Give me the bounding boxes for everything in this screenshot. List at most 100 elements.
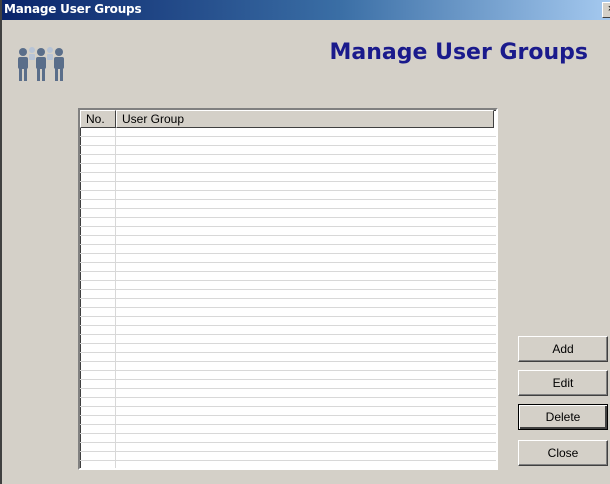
table-cell-user-group: [116, 155, 496, 163]
table-row[interactable]: [80, 452, 496, 461]
table-row[interactable]: [80, 434, 496, 443]
table-row[interactable]: [80, 227, 496, 236]
table-cell-no: [80, 461, 116, 468]
dialog-window: Manage User Groups × Manage User Groups …: [0, 0, 610, 484]
delete-button[interactable]: Delete: [518, 404, 608, 430]
table-cell-user-group: [116, 416, 496, 424]
table-cell-user-group: [116, 425, 496, 433]
table-cell-no: [80, 371, 116, 379]
table-cell-no: [80, 173, 116, 181]
table-cell-user-group: [116, 317, 496, 325]
table-row[interactable]: [80, 353, 496, 362]
table-cell-user-group: [116, 173, 496, 181]
table-row[interactable]: [80, 245, 496, 254]
table-cell-user-group: [116, 344, 496, 352]
column-header-user-group[interactable]: User Group: [116, 110, 494, 128]
table-row[interactable]: [80, 398, 496, 407]
user-groups-list[interactable]: No. User Group: [78, 108, 498, 470]
table-cell-no: [80, 218, 116, 226]
table-row[interactable]: [80, 290, 496, 299]
table-row[interactable]: [80, 371, 496, 380]
table-row[interactable]: [80, 281, 496, 290]
table-row[interactable]: [80, 461, 496, 468]
table-row[interactable]: [80, 326, 496, 335]
table-cell-user-group: [116, 326, 496, 334]
table-cell-no: [80, 236, 116, 244]
table-row[interactable]: [80, 191, 496, 200]
table-cell-user-group: [116, 362, 496, 370]
table-cell-user-group: [116, 146, 496, 154]
table-cell-no: [80, 416, 116, 424]
table-cell-no: [80, 425, 116, 433]
edit-button[interactable]: Edit: [518, 370, 608, 396]
title-bar[interactable]: Manage User Groups ×: [2, 0, 610, 20]
users-group-icon: [18, 47, 64, 81]
list-header: No. User Group: [80, 110, 496, 128]
table-cell-no: [80, 308, 116, 316]
close-window-button[interactable]: ×: [602, 2, 610, 18]
table-cell-no: [80, 452, 116, 460]
table-cell-user-group: [116, 164, 496, 172]
table-cell-user-group: [116, 371, 496, 379]
table-row[interactable]: [80, 407, 496, 416]
table-row[interactable]: [80, 344, 496, 353]
table-cell-no: [80, 182, 116, 190]
table-row[interactable]: [80, 209, 496, 218]
table-cell-user-group: [116, 290, 496, 298]
window-title: Manage User Groups: [4, 2, 142, 16]
table-cell-no: [80, 443, 116, 451]
table-cell-user-group: [116, 353, 496, 361]
table-row[interactable]: [80, 389, 496, 398]
table-row[interactable]: [80, 263, 496, 272]
table-cell-no: [80, 281, 116, 289]
table-row[interactable]: [80, 182, 496, 191]
table-cell-user-group: [116, 236, 496, 244]
table-cell-user-group: [116, 245, 496, 253]
table-row[interactable]: [80, 155, 496, 164]
table-row[interactable]: [80, 317, 496, 326]
table-cell-user-group: [116, 191, 496, 199]
table-row[interactable]: [80, 236, 496, 245]
close-button[interactable]: Close: [518, 440, 608, 466]
table-cell-no: [80, 344, 116, 352]
table-row[interactable]: [80, 173, 496, 182]
table-cell-user-group: [116, 209, 496, 217]
table-cell-no: [80, 200, 116, 208]
table-row[interactable]: [80, 425, 496, 434]
table-cell-no: [80, 398, 116, 406]
table-cell-user-group: [116, 389, 496, 397]
table-cell-no: [80, 299, 116, 307]
table-cell-user-group: [116, 461, 496, 468]
table-row[interactable]: [80, 272, 496, 281]
table-row[interactable]: [80, 416, 496, 425]
table-row[interactable]: [80, 128, 496, 137]
column-header-no[interactable]: No.: [80, 110, 116, 128]
table-cell-no: [80, 434, 116, 442]
table-row[interactable]: [80, 164, 496, 173]
table-cell-no: [80, 209, 116, 217]
table-cell-user-group: [116, 380, 496, 388]
table-row[interactable]: [80, 335, 496, 344]
table-row[interactable]: [80, 362, 496, 371]
table-row[interactable]: [80, 146, 496, 155]
table-cell-no: [80, 389, 116, 397]
table-row[interactable]: [80, 137, 496, 146]
table-cell-no: [80, 146, 116, 154]
table-cell-no: [80, 227, 116, 235]
list-rows: [80, 128, 496, 468]
table-row[interactable]: [80, 380, 496, 389]
page-title: Manage User Groups: [329, 40, 589, 65]
table-row[interactable]: [80, 299, 496, 308]
table-row[interactable]: [80, 200, 496, 209]
table-cell-no: [80, 290, 116, 298]
table-cell-no: [80, 380, 116, 388]
table-row[interactable]: [80, 443, 496, 452]
add-button[interactable]: Add: [518, 336, 608, 362]
table-row[interactable]: [80, 218, 496, 227]
table-cell-user-group: [116, 254, 496, 262]
table-cell-user-group: [116, 299, 496, 307]
table-cell-no: [80, 362, 116, 370]
table-row[interactable]: [80, 254, 496, 263]
table-row[interactable]: [80, 308, 496, 317]
table-cell-no: [80, 263, 116, 271]
